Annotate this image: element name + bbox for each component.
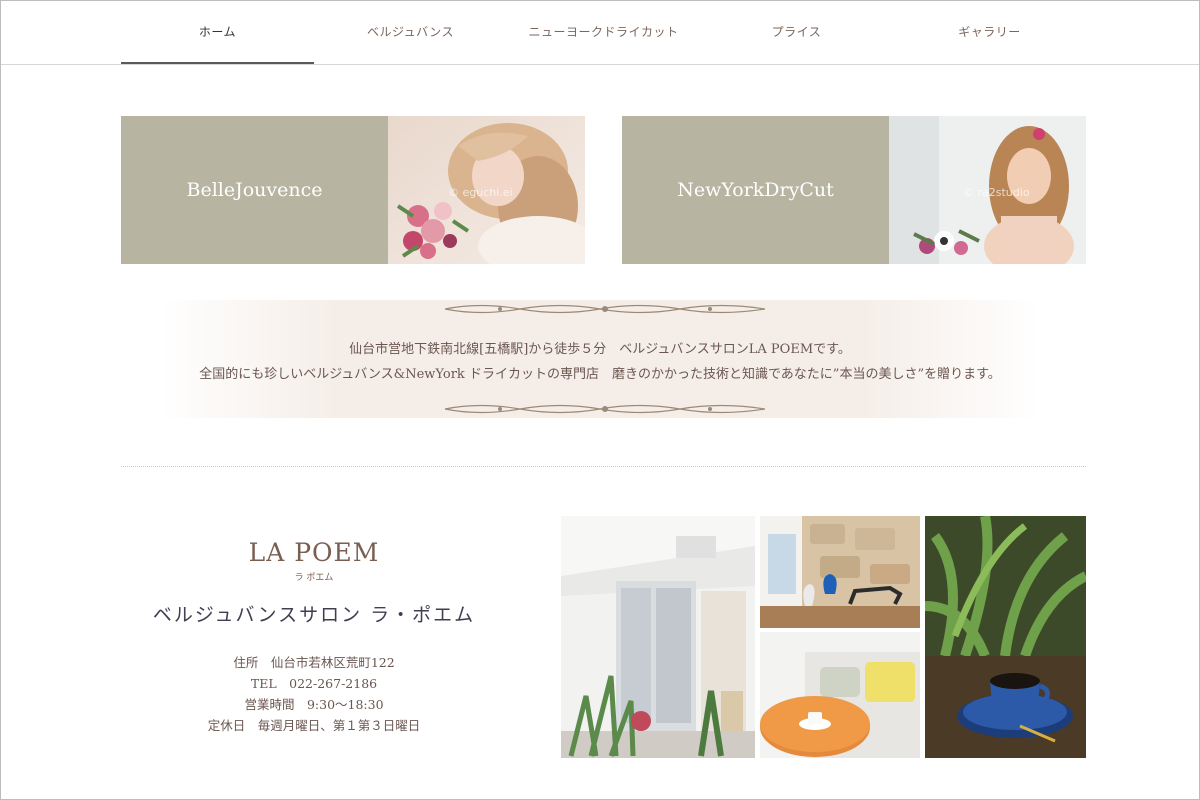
intro-line-1: 仙台市営地下鉄南北線[五橋駅]から徒歩５分 ベルジュバンスサロンLA POEMで… — [349, 342, 851, 357]
interior-table-photo — [760, 632, 920, 758]
ornament-bottom-icon — [444, 404, 766, 414]
banner-label: BelleJouvence — [186, 179, 323, 201]
nav-home[interactable]: ホーム — [121, 1, 314, 64]
intro-line-2: 全国的にも珍しいベルジュバンス&NewYork ドライカットの専門店 磨きのかか… — [199, 367, 1001, 382]
phone: TEL 022-267-2186 — [250, 676, 378, 691]
logo-kana: ラ ポエム — [294, 573, 334, 583]
belle-jouvence-banner[interactable]: BelleJouvence © eguchi.ei — [121, 116, 585, 264]
nav-newyork-drycut[interactable]: ニューヨークドライカット — [507, 1, 700, 64]
closed-days: 定休日 毎週月曜日、第１第３日曜日 — [207, 718, 421, 733]
newyork-drycut-banner[interactable]: NewYorkDryCut © ra2studio — [622, 116, 1086, 264]
coffee-cup-photo — [925, 516, 1086, 758]
address: 住所 仙台市若林区荒町122 — [233, 655, 395, 670]
business-hours: 営業時間 9:30〜18:30 — [244, 697, 384, 712]
watermark: © ra2studio — [963, 186, 1030, 199]
ornament-top-icon — [444, 304, 766, 314]
banner-label: NewYorkDryCut — [677, 179, 834, 201]
bride-photo-2: © ra2studio — [889, 116, 1086, 264]
la-poem-logo: LA POEM — [248, 538, 380, 567]
intro-section: 仙台市営地下鉄南北線[五橋駅]から徒歩５分 ベルジュバンスサロンLA POEMで… — [160, 300, 1040, 418]
nav-active-indicator — [121, 62, 314, 64]
bride-photo-1: © eguchi.ei — [388, 116, 585, 264]
storefront-photo — [561, 516, 755, 758]
main-nav: ホーム ベルジュバンス ニューヨークドライカット プライス ギャラリー — [1, 1, 1199, 65]
nav-gallery[interactable]: ギャラリー — [893, 1, 1086, 64]
nav-belle-jouvence[interactable]: ベルジュバンス — [314, 1, 507, 64]
watermark: © eguchi.ei — [448, 186, 513, 199]
nav-price[interactable]: プライス — [700, 1, 893, 64]
section-divider — [121, 466, 1086, 467]
interior-vase-photo — [760, 516, 920, 628]
salon-name: ベルジュバンスサロン ラ・ポエム — [152, 604, 476, 626]
